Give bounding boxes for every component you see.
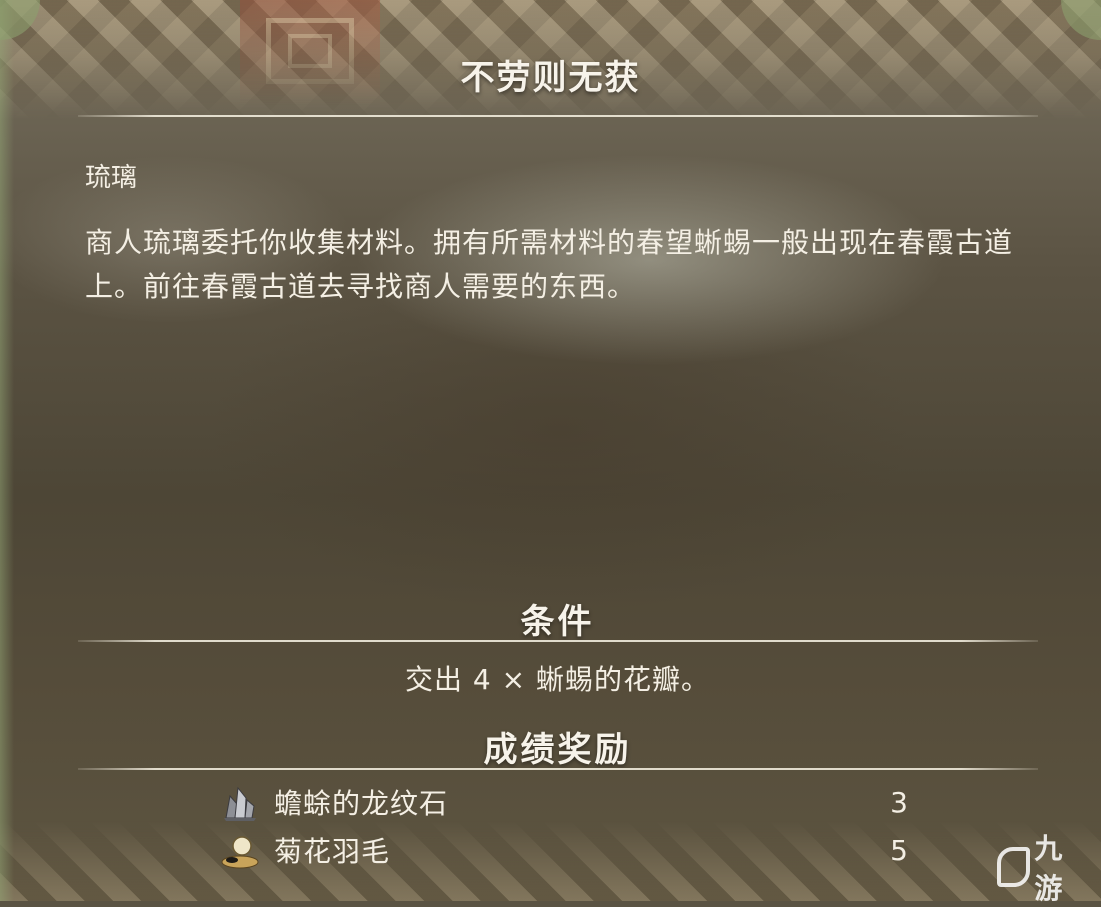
crystal-ore-icon [218, 782, 262, 822]
quest-title: 不劳则无获 [460, 58, 641, 98]
conditions-heading: 条件 [520, 602, 595, 642]
reward-quantity: 5 [890, 833, 908, 867]
watermark-logo-icon [997, 847, 1031, 887]
watermark-text: 九游 [1034, 832, 1063, 905]
reward-name: 蟾蜍的龙纹石 [274, 787, 449, 820]
reward-row: 蟾蜍的龙纹石 3 [218, 780, 908, 824]
rewards-heading: 成绩奖励 [483, 730, 632, 770]
site-watermark: 九游 [997, 832, 1089, 905]
chrysanthemum-feather-icon [218, 830, 262, 870]
title-divider [78, 115, 1038, 117]
reward-quantity: 3 [890, 785, 908, 819]
conditions-divider [78, 640, 1038, 642]
reward-row: 菊花羽毛 5 [218, 828, 908, 872]
condition-text: 交出 4 × 蜥蜴的花瓣。 [405, 663, 710, 696]
rewards-divider [78, 768, 1038, 770]
reward-name: 菊花羽毛 [274, 835, 391, 868]
quest-description: 商人琉璃委托你收集材料。拥有所需材料的春望蜥蜴一般出现在春霞古道上。前往春霞古道… [85, 226, 1014, 303]
quest-giver: 琉璃 [85, 163, 138, 193]
